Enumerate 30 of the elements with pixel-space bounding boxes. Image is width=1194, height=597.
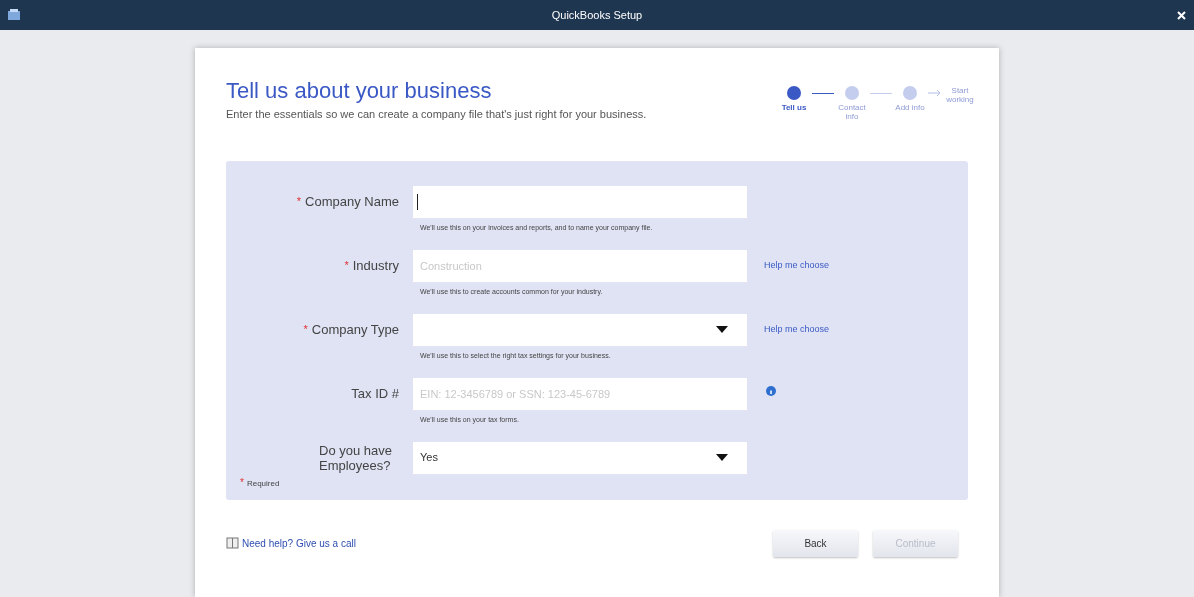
help-link[interactable]: Help me choose — [764, 322, 830, 337]
field-label: Industry — [352, 258, 399, 273]
help-link[interactable]: Need help? Give us a call — [242, 535, 356, 551]
close-icon[interactable] — [1177, 10, 1186, 20]
back-button[interactable]: Back — [773, 529, 858, 557]
text-field[interactable] — [413, 185, 747, 218]
field-label: Do you have Employees? — [319, 442, 393, 473]
step-label: Start working — [945, 86, 975, 104]
page-title: Tell us about your business — [226, 78, 493, 104]
required-asterisk: * — [303, 322, 308, 338]
step-label: Tell us — [780, 103, 808, 112]
field-label: Company Type — [311, 322, 399, 337]
help-link[interactable]: Help me choose — [764, 258, 830, 273]
required-asterisk: * — [344, 258, 349, 274]
dropdown-caret-icon — [716, 326, 728, 333]
field-label: Company Name — [305, 194, 399, 209]
field-label: Tax ID # — [351, 386, 399, 401]
required-asterisk: * — [240, 476, 244, 488]
dropdown-caret-icon — [716, 454, 728, 461]
step-label: Contact info — [837, 103, 867, 121]
window-title: QuickBooks Setup — [551, 7, 643, 23]
phone-book-icon — [226, 537, 239, 549]
required-note: Required — [246, 478, 280, 488]
dropdown-field[interactable] — [413, 313, 747, 346]
step-label: Add info — [895, 103, 925, 112]
page-subtitle: Enter the essentials so we can create a company file that's just right for your business. — [226, 107, 647, 122]
app-icon — [8, 9, 20, 21]
required-asterisk: * — [296, 194, 302, 210]
info-icon[interactable] — [766, 385, 776, 396]
dropdown-field[interactable]: Yes — [413, 441, 747, 474]
